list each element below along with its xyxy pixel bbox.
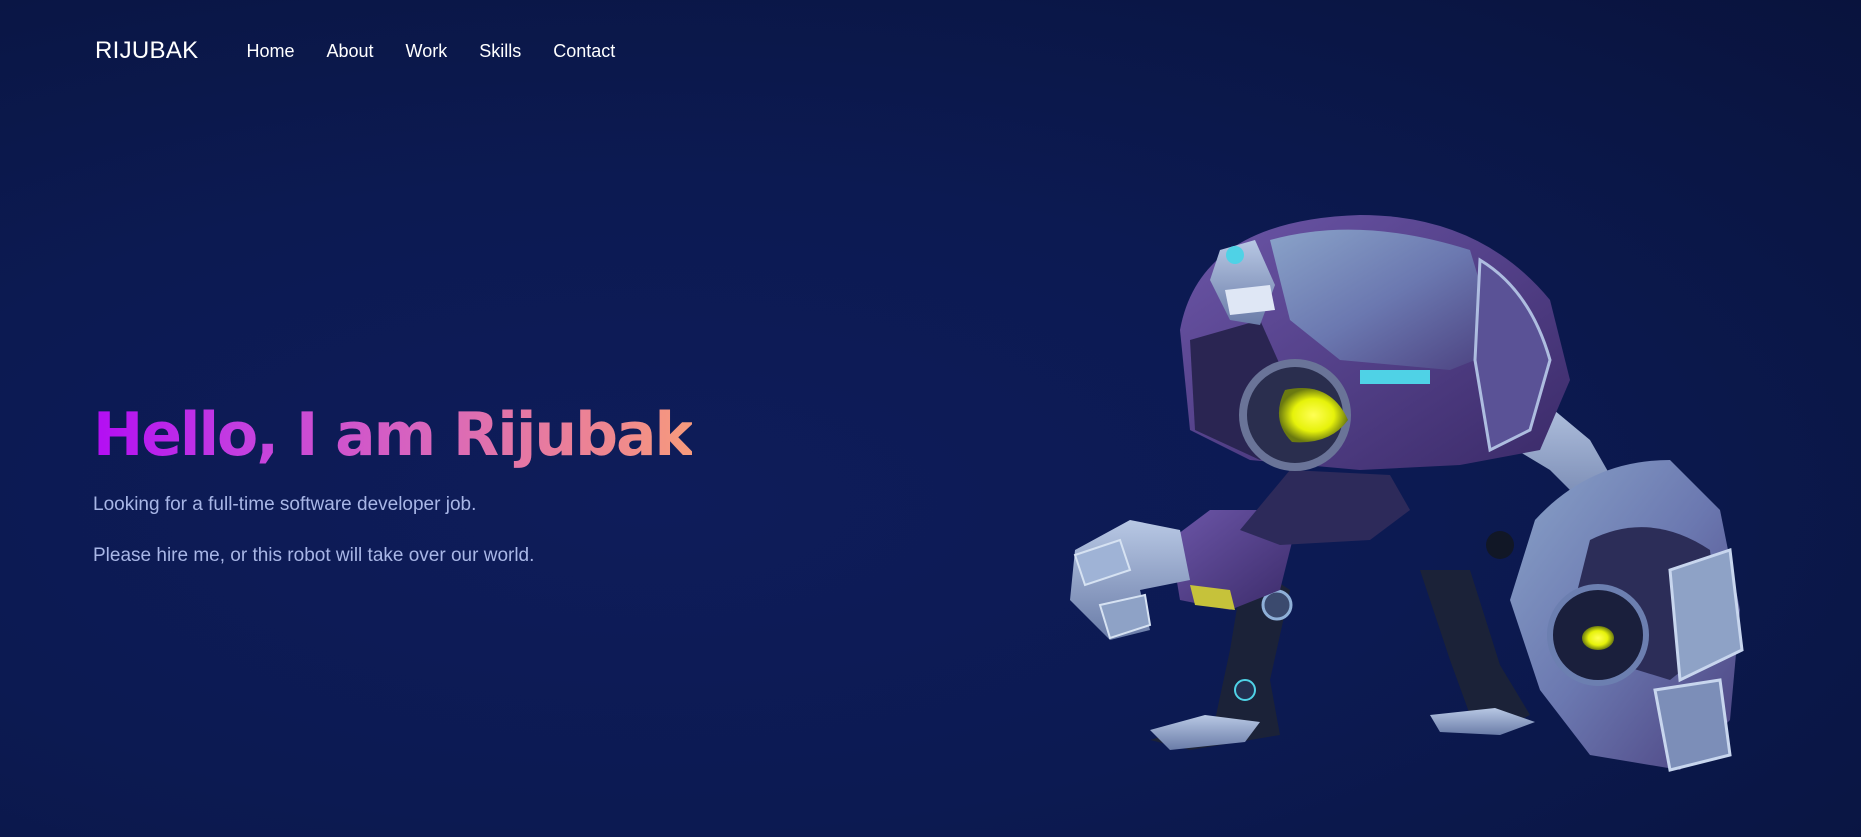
nav-menu: Home About Work Skills Contact [246, 41, 615, 62]
nav-about-link[interactable]: About [326, 41, 373, 62]
hero-title: Hello, I am Rijubak [93, 400, 694, 470]
logo[interactable]: RIJUBAK [95, 37, 198, 65]
hero-subtitle-line-1: Looking for a full-time software develop… [93, 494, 477, 515]
navbar: RIJUBAK Home About Work Skills Contact [95, 34, 615, 68]
nav-work-link[interactable]: Work [406, 41, 448, 62]
hero-section: Hello, I am Rijubak Looking for a full-t… [93, 398, 853, 569]
nav-home-link[interactable]: Home [246, 41, 294, 62]
hero-subtitle-line-2: Please hire me, or this robot will take … [93, 545, 535, 566]
nav-contact-link[interactable]: Contact [553, 41, 615, 62]
robot-illustration [1070, 215, 1744, 772]
nav-skills-link[interactable]: Skills [479, 41, 521, 62]
